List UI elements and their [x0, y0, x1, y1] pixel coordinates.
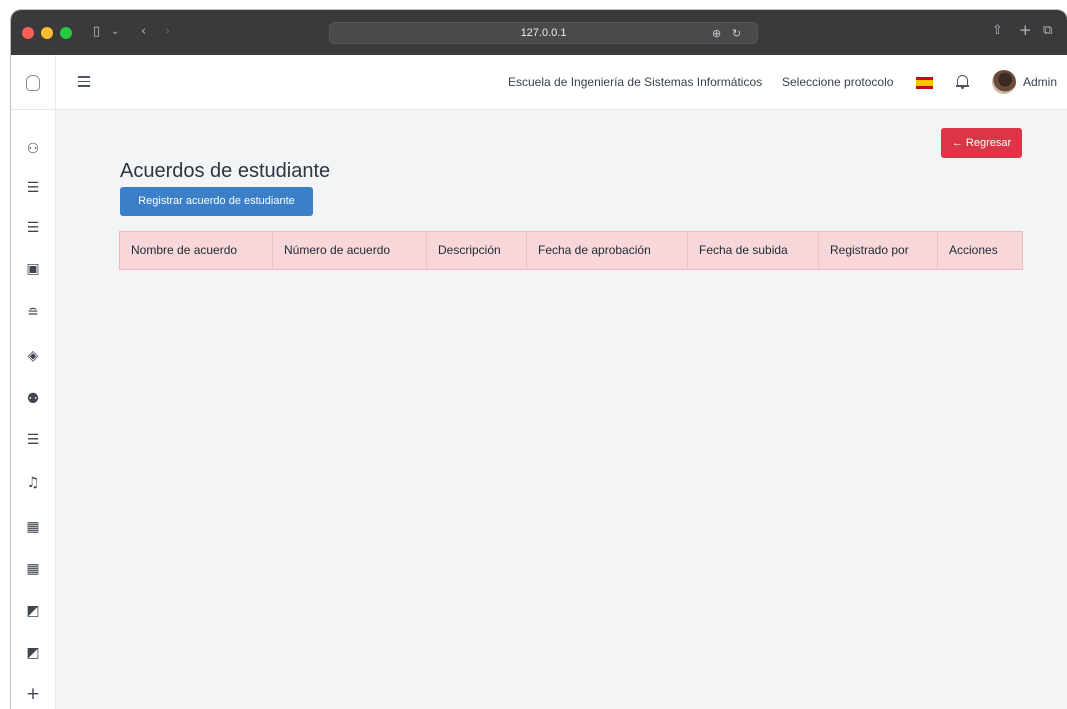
user-list-icon[interactable]: ☰	[24, 431, 42, 449]
school-name: Escuela de Ingeniería de Sistemas Inform…	[508, 75, 763, 89]
browser-toolbar: ▯ ⌄ ‹ › 127.0.0.1 ⊕ ↻ ⇧ + ⧉	[11, 10, 1067, 55]
calendar-icon[interactable]: ▦	[24, 560, 42, 578]
user-name[interactable]: Admin	[1023, 75, 1057, 89]
brand-area	[11, 55, 56, 110]
zoom-window-button[interactable]	[60, 27, 72, 39]
browser-window: ▯ ⌄ ‹ › 127.0.0.1 ⊕ ↻ ⇧ + ⧉ Escuela de I…	[11, 10, 1067, 709]
main-content: ← Regresar Acuerdos de estudiante Regist…	[57, 110, 1067, 709]
close-window-button[interactable]	[22, 27, 34, 39]
url-text: 127.0.0.1	[520, 27, 567, 39]
thumbs-down-icon[interactable]: ◩	[24, 644, 42, 662]
forward-icon[interactable]: ›	[165, 25, 170, 39]
column-header-approval-date[interactable]: Fecha de aprobación	[527, 232, 688, 269]
menu-icon[interactable]	[78, 76, 90, 87]
users-group-icon[interactable]: ⚉	[24, 390, 42, 408]
thumbs-down-icon[interactable]: ◩	[24, 602, 42, 620]
minimize-window-button[interactable]	[41, 27, 53, 39]
new-tab-icon[interactable]: +	[1019, 23, 1032, 38]
sidebar-toggle-icon[interactable]: ▯	[93, 25, 100, 39]
agreements-table: Nombre de acuerdo Número de acuerdo Desc…	[119, 231, 1023, 270]
bell-icon[interactable]: ♫	[24, 474, 42, 492]
bell-icon[interactable]	[956, 74, 969, 90]
register-agreement-button[interactable]: Registrar acuerdo de estudiante	[120, 187, 313, 216]
plus-icon[interactable]: +	[24, 685, 42, 703]
user-list-icon[interactable]: ☰	[24, 179, 42, 197]
spain-flag-icon[interactable]	[916, 77, 933, 89]
top-navbar: Escuela de Ingeniería de Sistemas Inform…	[11, 55, 1067, 110]
column-header-registered-by[interactable]: Registrado por	[819, 232, 938, 269]
column-header-number[interactable]: Número de acuerdo	[273, 232, 427, 269]
column-header-name[interactable]: Nombre de acuerdo	[120, 232, 273, 269]
tab-overview-icon[interactable]: ⧉	[1043, 24, 1052, 38]
back-button[interactable]: ← Regresar	[941, 128, 1022, 158]
avatar[interactable]	[992, 70, 1016, 94]
share-icon[interactable]: ⇧	[992, 24, 1003, 38]
back-icon[interactable]: ‹	[141, 25, 146, 39]
add-user-icon[interactable]: ⚇	[24, 140, 42, 158]
column-header-actions[interactable]: Acciones	[938, 232, 1022, 269]
reload-icon[interactable]: ↻	[732, 27, 741, 40]
column-header-description[interactable]: Descripción	[427, 232, 527, 269]
calendar-icon[interactable]: ▦	[24, 518, 42, 536]
page-title: Acuerdos de estudiante	[120, 160, 331, 182]
translate-icon[interactable]: ⊕	[712, 27, 721, 40]
address-bar[interactable]: 127.0.0.1 ⊕ ↻	[329, 22, 758, 44]
protocol-selector[interactable]: Seleccione protocolo	[782, 75, 893, 89]
support-icon[interactable]: ◈	[24, 347, 42, 365]
sidebar: ⚇ ☰ ☰ ▣ ≘ ◈ ⚉ ☰ ♫ ▦ ▦ ◩ ◩ +	[11, 110, 56, 709]
logo-icon	[26, 75, 40, 91]
user-list-icon[interactable]: ☰	[24, 219, 42, 237]
document-icon[interactable]: ▣	[24, 260, 42, 278]
archive-icon[interactable]: ≘	[24, 304, 42, 322]
chevron-down-icon[interactable]: ⌄	[111, 25, 119, 39]
column-header-upload-date[interactable]: Fecha de subida	[688, 232, 819, 269]
